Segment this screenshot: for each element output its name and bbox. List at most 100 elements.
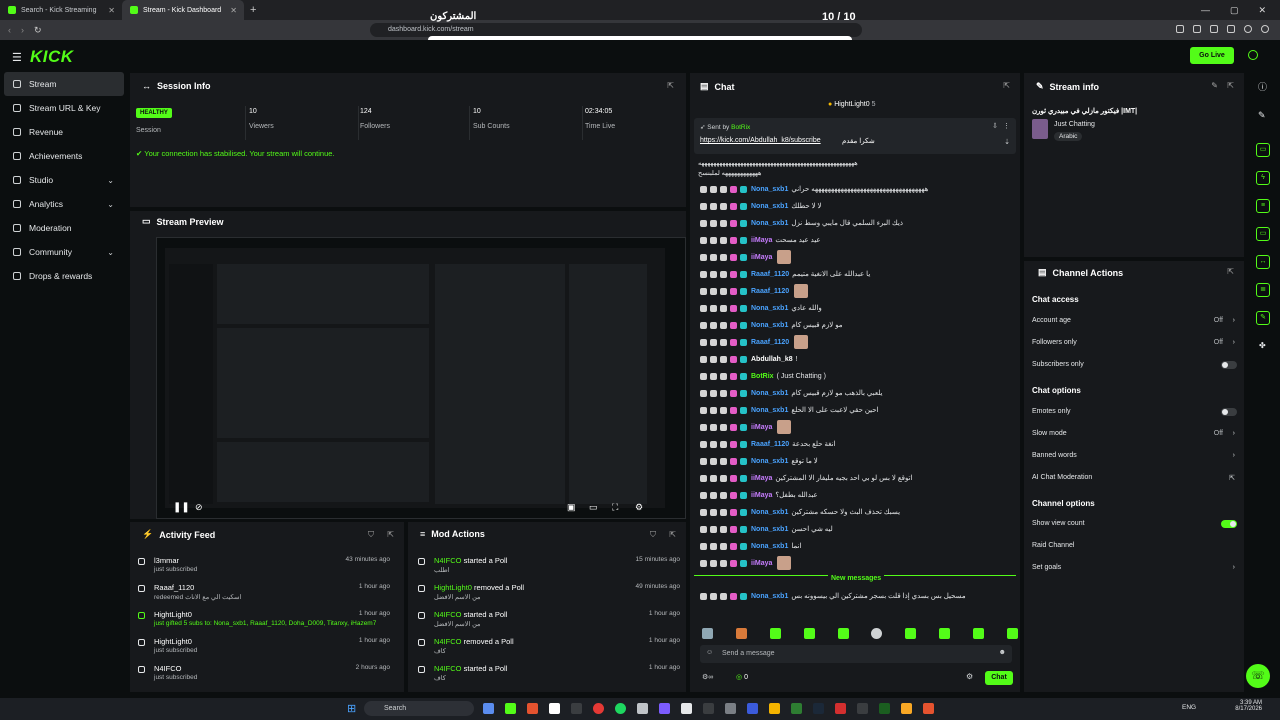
mod-tools[interactable] [700,185,747,193]
chat-username[interactable]: Nona_sxb1 [751,526,788,533]
mod-tools[interactable] [700,287,747,295]
close-tab-icon[interactable]: ✕ [108,6,115,15]
mod-tools[interactable] [700,440,747,448]
mod-tools[interactable] [700,355,747,363]
top-gifter-name[interactable]: HightLight0 [834,101,869,108]
chat-username[interactable]: iiMaya [751,254,772,261]
chat-username[interactable]: Nona_sxb1 [751,322,788,329]
activity-user[interactable]: HightLight0 [154,610,192,619]
mod-user[interactable]: N4IFCO [434,637,462,646]
chat-send-button[interactable]: Chat [985,671,1013,685]
sidebar-item-analytics[interactable]: Analytics ⌄ [4,192,124,216]
mod-tools[interactable] [700,304,747,312]
taskbar-clock[interactable]: 3:39 AM 8/17/2026 [1232,700,1262,712]
mod-tools[interactable] [700,423,747,431]
chat-username[interactable]: Nona_sxb1 [751,203,788,210]
settings-icon[interactable]: ⚙ [635,502,643,513]
mod-tools[interactable] [700,491,747,499]
taskbar-app-icon[interactable] [593,703,604,714]
sidebar-item-drops-rewards[interactable]: Drops & rewards [4,264,124,288]
taskbar-app-icon[interactable] [571,703,582,714]
close-window-icon[interactable]: ✕ [1258,5,1266,16]
account-age-row[interactable]: Account age Off › [1032,317,1237,324]
new-tab-icon[interactable]: + [250,4,256,16]
taskbar-app-icon[interactable] [923,703,934,714]
mod-tools[interactable] [700,559,747,567]
extension-icon[interactable] [1210,25,1218,33]
taskbar-app-icon[interactable] [813,703,824,714]
windows-start-icon[interactable]: ⊞ [347,702,356,715]
emote-icon[interactable] [735,628,747,639]
chat-username[interactable]: Raaaf_1120 [751,441,789,448]
chat-username[interactable]: Nona_sxb1 [751,458,788,465]
emote-icon[interactable] [871,628,883,639]
extension-icon[interactable] [1176,25,1184,33]
chat-username[interactable]: Nona_sxb1 [751,305,788,312]
chat-settings-icon[interactable]: ⚙∞ [702,673,713,681]
browser-tab-dashboard[interactable]: Stream - Kick Dashboard ✕ [122,0,244,20]
mod-tools[interactable] [700,474,747,482]
chat-username[interactable]: Nona_sxb1 [751,543,788,550]
taskbar-app-icon[interactable] [659,703,670,714]
popout-icon[interactable]: ⇱ [667,81,674,90]
taskbar-app-icon[interactable] [549,703,560,714]
chat-username[interactable]: Nona_sxb1 [751,407,788,414]
user-avatar[interactable] [1248,50,1258,60]
stream-category[interactable]: Just Chatting [1054,121,1095,128]
rail-list-icon[interactable]: ≡ [1256,199,1270,213]
slow-mode-row[interactable]: Slow mode Off › [1032,430,1237,437]
taskbar-app-icon[interactable] [637,703,648,714]
mod-tools[interactable] [700,457,747,465]
taskbar-app-icon[interactable] [681,703,692,714]
chat-username[interactable]: iiMaya [751,237,772,244]
taskbar-app-icon[interactable] [527,703,538,714]
pip-icon[interactable]: ▣ [567,502,576,513]
rail-sliders-icon[interactable]: ≣ [1256,283,1270,297]
rail-arrows-icon[interactable]: ↔ [1256,255,1270,269]
taskbar-app-icon[interactable] [615,703,626,714]
chat-username[interactable]: iiMaya [751,424,772,431]
activity-user[interactable]: HightLight0 [154,637,192,646]
mod-tools[interactable] [700,508,747,516]
reload-icon[interactable]: ↻ [34,25,42,36]
mod-tools[interactable] [700,525,747,533]
popout-icon[interactable]: ⇱ [1227,81,1234,90]
new-messages-label[interactable]: New messages [828,575,885,582]
taskbar-language[interactable]: ENG [1182,704,1196,711]
chat-input-box[interactable]: ☺ Send a message ☻ [700,645,1012,663]
collapse-icon[interactable]: ⇣ [1004,138,1010,146]
rail-lightning-icon[interactable]: ϟ [1256,171,1270,185]
chat-username[interactable]: iiMaya [751,560,772,567]
emote-icon[interactable] [803,628,815,639]
emote-icon[interactable] [769,628,781,639]
pinned-link[interactable]: https://kick.com/Abdullah_k8/subscribe [700,137,821,144]
emoji-icon[interactable]: ☻ [999,649,1006,656]
close-tab-icon[interactable]: ✕ [230,6,237,15]
banned-words-row[interactable]: Banned words › [1032,452,1237,459]
chat-username[interactable]: Nona_sxb1 [751,593,788,600]
filter-icon[interactable]: ⛉ [368,530,374,540]
chat-username[interactable]: Raaaf_1120 [751,271,789,278]
sidebar-item-achievements[interactable]: Achievements [4,144,124,168]
emote-icon[interactable] [702,628,713,639]
sidebar-item-stream[interactable]: Stream [4,72,124,96]
taskbar-app-icon[interactable] [835,703,846,714]
fullscreen-icon[interactable]: ⛶ [612,502,618,513]
show-view-count-toggle[interactable] [1221,520,1237,528]
extension-icon[interactable] [1193,25,1201,33]
help-chat-icon[interactable]: ☏ [1246,664,1270,688]
mod-tools[interactable] [700,236,747,244]
mod-tools[interactable] [700,219,747,227]
forward-icon[interactable]: › [21,25,24,35]
mod-user[interactable]: N4IFCO [434,556,462,565]
chat-username[interactable]: Raaaf_1120 [751,288,789,295]
activity-user[interactable]: Raaaf_1120 [154,583,194,592]
sidebar-item-studio[interactable]: Studio ⌄ [4,168,124,192]
taskbar-app-icon[interactable] [747,703,758,714]
back-icon[interactable]: ‹ [8,25,11,35]
emote-icon[interactable] [1006,628,1018,639]
chat-gear-icon[interactable]: ⚙ [966,672,973,681]
chat-username[interactable]: iiMaya [751,492,772,499]
taskbar-app-icon[interactable] [791,703,802,714]
pinned-by-user[interactable]: BotRix [731,124,750,131]
